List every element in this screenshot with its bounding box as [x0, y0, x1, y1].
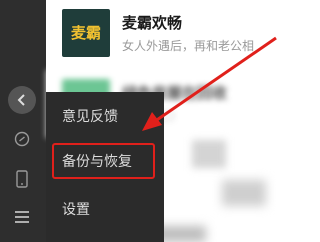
highlight-box	[52, 143, 155, 179]
menu-item-settings[interactable]: 设置	[62, 199, 90, 219]
chat-preview: 女人外遇后，再和老公相	[122, 39, 255, 53]
blurred-content	[222, 180, 266, 206]
chevron-left-icon[interactable]	[8, 86, 36, 114]
avatar-text: 麦霸	[70, 23, 101, 42]
link-icon[interactable]	[9, 126, 35, 152]
avatar: 麦霸	[62, 9, 110, 57]
chat-name: 麦霸欢畅	[122, 14, 183, 32]
menu-icon[interactable]	[9, 204, 35, 230]
list-item[interactable]: 麦霸 麦霸欢畅 女人外遇后，再和老公相	[46, 0, 301, 68]
left-toolbar	[0, 0, 46, 242]
menu-item-feedback[interactable]: 意见反馈	[62, 106, 118, 126]
blurred-content	[192, 140, 226, 168]
phone-icon[interactable]	[9, 166, 35, 192]
